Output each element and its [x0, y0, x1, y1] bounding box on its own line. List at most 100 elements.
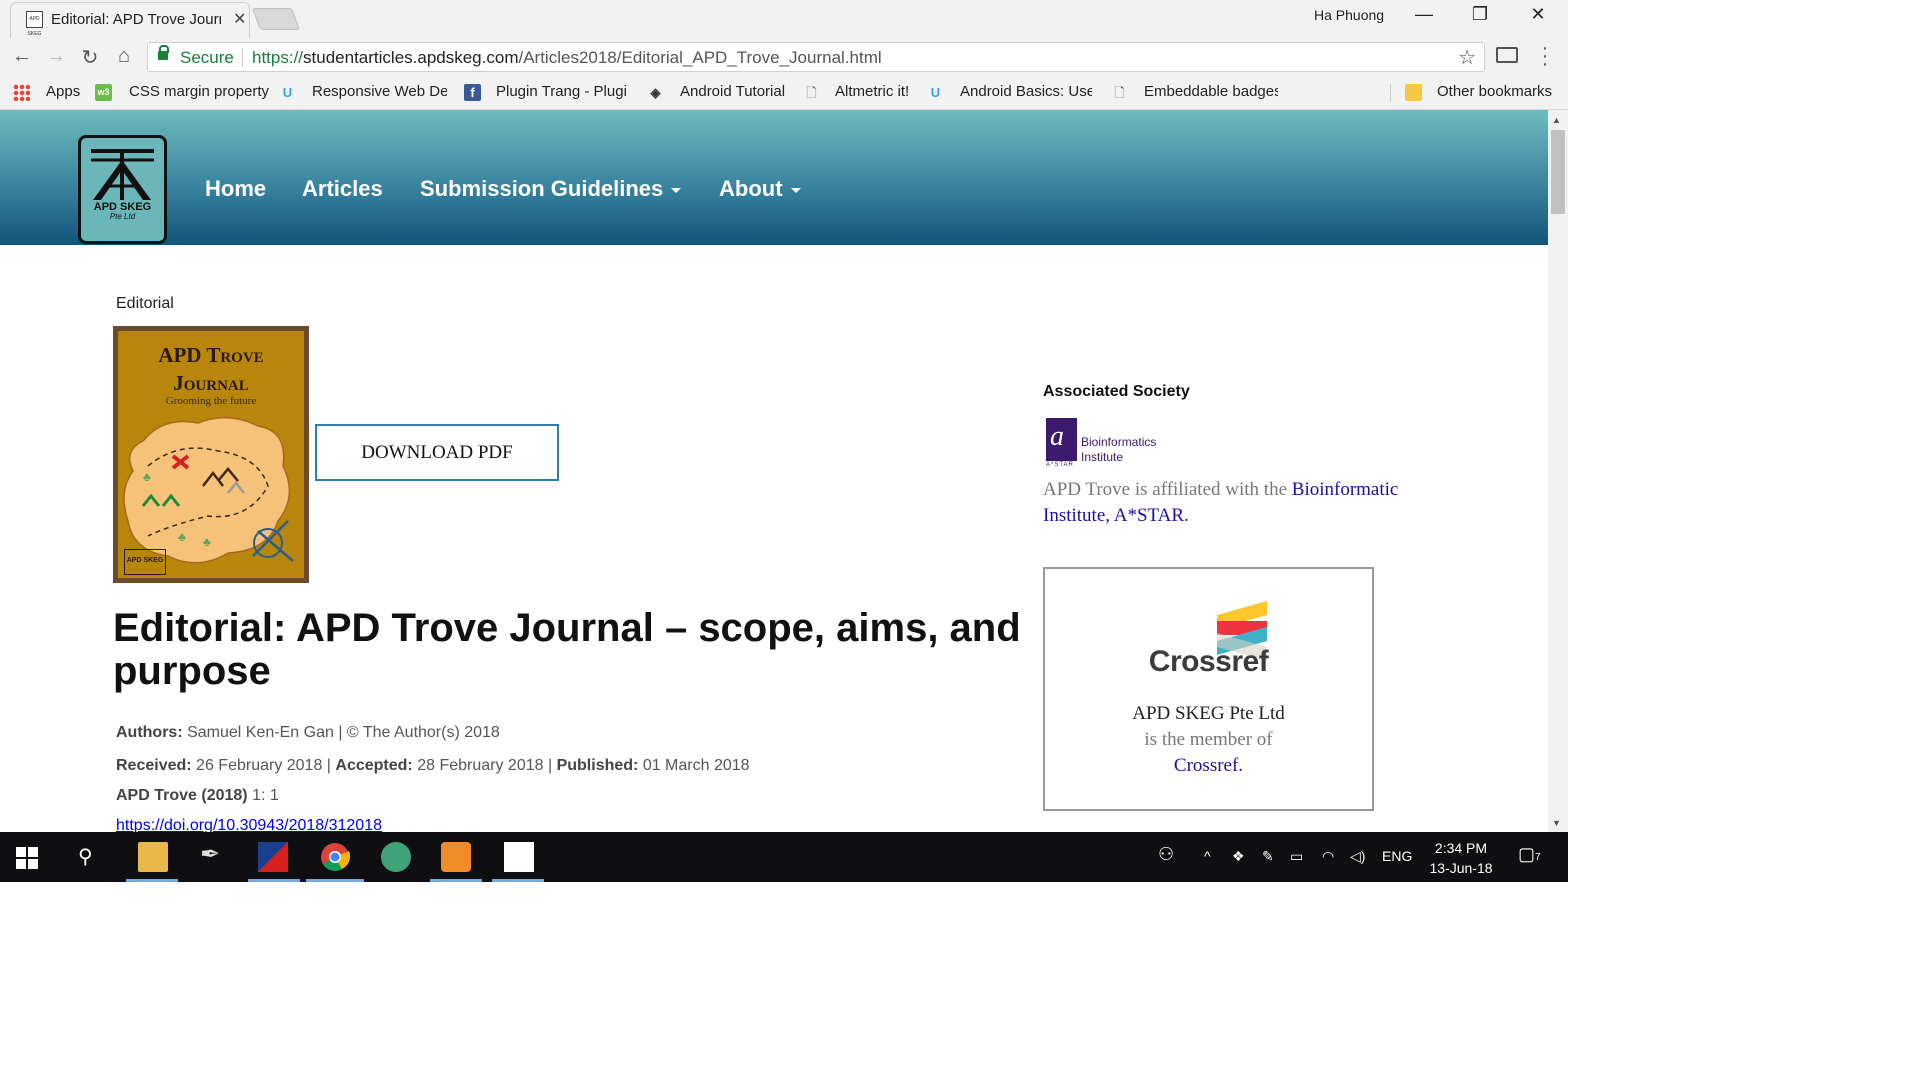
back-arrow-icon[interactable]: ← [8, 45, 36, 68]
bookmark-responsive-web[interactable]: Responsive Web Des [312, 83, 447, 100]
citation-value: 1: 1 [252, 787, 279, 804]
affiliation-text: APD Trove is affiliated with the Bioinfo… [1043, 477, 1443, 529]
site-logo[interactable]: APD SKEG Pte Ltd [78, 135, 167, 244]
cover-title-line2: Journal [173, 371, 249, 395]
secure-label: Secure [180, 48, 234, 67]
nav-home[interactable]: Home [205, 176, 266, 202]
authors-value: Samuel Ken-En Gan [187, 724, 334, 741]
crossref-link[interactable]: Crossref. [1174, 755, 1243, 776]
bookmark-android-tutorial[interactable]: Android Tutorial [680, 83, 785, 100]
accepted-date: 28 February 2018 [417, 757, 544, 774]
url-text[interactable]: https://studentarticles.apdskeg.com/Arti… [252, 48, 882, 68]
pen-icon[interactable]: ✒ [200, 840, 220, 869]
restore-icon[interactable]: ❐ [1465, 4, 1495, 25]
photos-icon[interactable] [504, 842, 534, 872]
breadcrumb: Editorial [116, 295, 174, 312]
wifi-icon[interactable]: ◠ [1322, 848, 1334, 865]
bii-astar-text: A*STAR [1046, 462, 1074, 468]
language-indicator[interactable]: ENG [1382, 848, 1412, 864]
notification-count: 7 [1535, 852, 1541, 863]
authors-label: Authors: [116, 724, 183, 741]
bookmark-plugin-trang[interactable]: Plugin Trang - Plugi [496, 83, 628, 100]
bookmark-embeddable-badges[interactable]: Embeddable badges [1144, 83, 1278, 100]
profile-name[interactable]: Ha Phuong [1314, 7, 1384, 23]
chevron-down-icon [790, 187, 801, 193]
reload-icon[interactable]: ↻ [76, 45, 104, 70]
doi-link[interactable]: https://doi.org/10.30943/2018/312018 [116, 817, 382, 832]
article-dates: Received: 26 February 2018 | Accepted: 2… [116, 757, 750, 774]
windows-start-icon[interactable] [16, 847, 38, 869]
bii-name-line1: Bioinformatics [1081, 435, 1157, 449]
menu-kebab-icon[interactable]: · · · [1540, 38, 1550, 74]
apps-grid-icon[interactable] [13, 84, 30, 101]
download-pdf-button[interactable]: DOWNLOAD PDF [315, 424, 559, 481]
url-scheme: https:// [252, 48, 304, 67]
udacity-icon: U [282, 85, 293, 100]
cover-publisher-badge: APD SKEG [124, 549, 166, 575]
language-app-icon[interactable] [258, 842, 288, 872]
bookmark-star-icon[interactable]: ☆ [1458, 45, 1476, 70]
nav-about[interactable]: About [719, 176, 801, 202]
atom-app-icon[interactable] [381, 842, 411, 872]
bii-name-line2: Institute [1081, 450, 1124, 464]
bookmark-android-basics[interactable]: Android Basics: User [960, 83, 1092, 100]
search-icon[interactable]: ⚲ [78, 844, 93, 869]
article-title: Editorial: APD Trove Journal – scope, ai… [113, 606, 1021, 693]
file-explorer-icon[interactable] [138, 842, 168, 872]
url-path: /Articles2018/Editorial_APD_Trove_Journa… [518, 48, 882, 67]
new-tab-button[interactable] [251, 8, 301, 30]
tab-close-icon[interactable]: ✕ [233, 9, 246, 29]
chevron-down-icon [671, 187, 682, 193]
nav-articles[interactable]: Articles [302, 176, 383, 202]
w3schools-icon: w3 [95, 84, 112, 101]
journal-cover-image: APD Trove Journal Grooming the future ♣ … [113, 326, 309, 583]
bookmark-css-margin[interactable]: CSS margin property [129, 83, 269, 100]
home-icon[interactable]: ⌂ [110, 45, 138, 68]
site-favicon-icon: APD SKEG [26, 11, 43, 37]
published-date: 01 March 2018 [642, 757, 750, 774]
affiliation-label: APD Trove is affiliated with the [1043, 479, 1288, 500]
photos-active-indicator [492, 879, 544, 882]
chevron-up-icon[interactable]: ^ [1204, 848, 1211, 864]
bookmarks-bar: Apps w3 CSS margin property U Responsive… [0, 76, 1568, 110]
svg-text:♣: ♣ [178, 530, 186, 544]
tab-title: Editorial: APD Trove Journ [51, 11, 221, 28]
dropbox-icon[interactable]: ❖ [1232, 848, 1245, 865]
chrome-icon[interactable] [320, 842, 350, 872]
site-header: APD SKEG Pte Ltd Home Articles Submissio… [0, 110, 1548, 245]
nav-submission-guidelines[interactable]: Submission Guidelines [420, 176, 682, 202]
clock-time: 2:34 PM [1434, 840, 1488, 856]
bookmark-altmetric[interactable]: Altmetric it! [835, 83, 909, 100]
minimize-icon[interactable]: — [1409, 4, 1439, 25]
bookmarks-divider [1390, 84, 1391, 102]
browser-tab[interactable]: APD SKEG Editorial: APD Trove Journ ✕ [10, 2, 250, 38]
media-player-icon[interactable] [441, 842, 471, 872]
page-scrollbar[interactable]: ▲ ▼ [1548, 110, 1568, 832]
crossref-member-text: is the member of [1144, 729, 1273, 750]
address-bar[interactable]: Secure https://studentarticles.apdskeg.c… [147, 42, 1485, 72]
scroll-up-icon[interactable]: ▲ [1552, 115, 1561, 125]
cover-title-line1: APD Trove [158, 343, 264, 367]
udacity-icon: U [930, 85, 941, 100]
cover-title: APD Trove Journal [118, 341, 304, 397]
scroll-thumb[interactable] [1551, 130, 1565, 214]
bookmark-other[interactable]: Other bookmarks [1437, 83, 1552, 100]
notification-center-icon[interactable]: ▢7 [1518, 844, 1541, 865]
article-authors: Authors: Samuel Ken-En Gan | © The Autho… [116, 724, 500, 742]
volume-icon[interactable]: ◁) [1350, 848, 1365, 865]
scroll-down-icon[interactable]: ▼ [1552, 818, 1561, 828]
cover-subtitle: Grooming the future [165, 395, 257, 407]
published-label: Published: [556, 757, 639, 774]
cast-icon[interactable] [1496, 47, 1518, 63]
close-window-icon[interactable]: ✕ [1523, 4, 1553, 25]
chrome-active-indicator [306, 879, 364, 882]
browser-titlebar: APD SKEG Editorial: APD Trove Journ ✕ Ha… [0, 0, 1568, 38]
received-label: Received: [116, 757, 192, 774]
browser-toolbar: ← → ↻ ⌂ Secure https://studentarticles.a… [0, 38, 1568, 76]
people-icon[interactable]: ⚇ [1158, 844, 1174, 865]
bookmark-apps[interactable]: Apps [46, 83, 80, 100]
system-clock[interactable]: 2:34 PM 13-Jun-18 [1422, 838, 1500, 878]
battery-icon[interactable]: ▭ [1290, 848, 1303, 865]
forward-arrow-icon[interactable]: → [42, 45, 70, 68]
pen-tray-icon[interactable]: ✎ [1262, 848, 1274, 865]
